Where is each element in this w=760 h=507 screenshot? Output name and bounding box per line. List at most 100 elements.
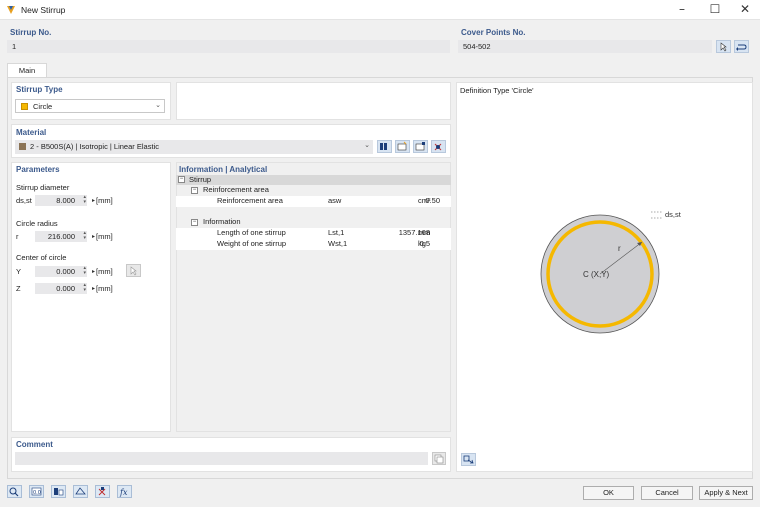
chevron-down-icon: ⌄: [364, 141, 370, 149]
pick-nodes-button[interactable]: [716, 40, 731, 53]
z-unit: [mm]: [96, 284, 113, 293]
collapse-icon: −: [191, 219, 198, 226]
reverse-order-button[interactable]: [734, 40, 749, 53]
view-settings-icon: [54, 488, 64, 496]
caret-right-icon: ▸: [91, 268, 95, 275]
table-row: Reinforcement area asw 0.50 cm²: [176, 196, 451, 207]
spin-arrows-icon: ▴ ▾: [83, 265, 86, 276]
information-title: Information | Analytical: [179, 165, 268, 174]
y-symbol: Y: [16, 267, 22, 276]
numbers-icon: 0.0: [31, 487, 42, 496]
radius-input[interactable]: 216.000 ▴ ▾ ▸: [35, 230, 95, 242]
tree-root-row[interactable]: − Stirrup: [176, 175, 451, 185]
formula-icon: fx: [119, 488, 128, 497]
material-select[interactable]: 2 - B500S(A) | Isotropic | Linear Elasti…: [15, 140, 373, 154]
edit-material-button[interactable]: [413, 140, 428, 153]
parameters-title: Parameters: [16, 165, 60, 174]
edit-material-icon: [415, 142, 425, 151]
stirrup-type-select[interactable]: Circle ⌄: [15, 99, 165, 113]
svg-text:0.0: 0.0: [33, 490, 41, 496]
close-button[interactable]: ✕: [730, 0, 760, 20]
material-value: 2 - B500S(A) | Isotropic | Linear Elasti…: [30, 142, 159, 151]
object-button[interactable]: [95, 485, 110, 498]
stirrup-type-value: Circle: [33, 102, 53, 111]
radius-label: Circle radius: [16, 219, 58, 228]
cursor-pick-icon: [130, 266, 137, 276]
diagram-options-icon: [463, 455, 474, 464]
svg-text:fx: fx: [119, 488, 128, 497]
caret-right-icon: ▸: [91, 233, 95, 240]
caret-right-icon: ▸: [91, 285, 95, 292]
collapse-icon: −: [178, 176, 185, 183]
maximize-button[interactable]: ☐: [700, 0, 730, 20]
cover-points-label: Cover Points No.: [461, 28, 526, 37]
collapse-icon: −: [191, 187, 198, 194]
copy-icon: [434, 454, 444, 464]
stirrup-no-label: Stirrup No.: [10, 28, 52, 37]
material-info-button[interactable]: [431, 140, 446, 153]
group1-label: Reinforcement area: [203, 185, 269, 194]
material-library-button[interactable]: [377, 140, 392, 153]
type-color-swatch: [21, 103, 28, 110]
cursor-pick-icon: [720, 42, 727, 52]
search-button[interactable]: [7, 485, 22, 498]
spin-arrows-icon: ▴ ▾: [83, 282, 86, 293]
cancel-button[interactable]: Cancel: [641, 486, 693, 500]
radius-text: r: [618, 244, 621, 253]
app-icon: [6, 5, 16, 15]
display-icon: [75, 487, 86, 495]
group2-label: Information: [203, 217, 241, 226]
search-icon: [9, 487, 19, 497]
definition-title: Definition Type 'Circle': [460, 86, 534, 95]
cover-points-field[interactable]: 504-502: [458, 40, 712, 53]
comment-label: Comment: [16, 440, 53, 449]
center-label: Center of circle: [16, 253, 67, 262]
caret-right-icon: ▸: [91, 197, 95, 204]
reverse-arrow-icon: [736, 44, 747, 51]
table-row: Length of one stirrup Lst,1 1357.168 mm: [176, 228, 451, 239]
spin-arrows-icon: ▴ ▾: [83, 230, 86, 241]
stirrup-type-label: Stirrup Type: [16, 85, 63, 94]
numbers-button[interactable]: 0.0: [29, 485, 44, 498]
z-input[interactable]: 0.000 ▴ ▾ ▸: [35, 282, 95, 294]
comment-field[interactable]: [15, 452, 428, 465]
comment-browse-button[interactable]: [432, 452, 446, 465]
stirrup-no-field[interactable]: 1: [7, 40, 450, 53]
spin-arrows-icon: ▴ ▾: [83, 194, 86, 205]
library-icon: [380, 143, 387, 150]
material-color-swatch: [19, 143, 26, 150]
minimize-button[interactable]: –: [667, 0, 697, 20]
pick-center-button[interactable]: [126, 264, 141, 277]
ok-button[interactable]: OK: [583, 486, 634, 500]
new-material-icon: [397, 141, 407, 151]
tab-main[interactable]: Main: [7, 63, 47, 78]
diameter-text: ds,st: [665, 210, 681, 219]
type-preview-panel: [176, 82, 451, 120]
material-info-icon: [434, 143, 442, 151]
object-icon: [98, 487, 106, 496]
diameter-label: Stirrup diameter: [16, 183, 70, 192]
table-row: Weight of one stirrup Wst,1 0.5 kg: [176, 239, 451, 250]
diameter-symbol: ds,st: [16, 196, 32, 205]
diagram-options-button[interactable]: [461, 453, 476, 466]
new-material-button[interactable]: [395, 140, 410, 153]
y-input[interactable]: 0.000 ▴ ▾ ▸: [35, 265, 95, 277]
tree-group-information[interactable]: − Information: [176, 217, 451, 228]
material-label: Material: [16, 128, 47, 137]
title-bar: New Stirrup – ☐ ✕: [0, 0, 760, 20]
formula-button[interactable]: fx: [117, 485, 132, 498]
y-unit: [mm]: [96, 267, 113, 276]
tree-root-label: Stirrup: [189, 175, 212, 184]
display-button[interactable]: [73, 485, 88, 498]
radius-symbol: r: [16, 232, 19, 241]
diameter-input[interactable]: 8.000 ▴ ▾ ▸: [35, 194, 95, 206]
z-symbol: Z: [16, 284, 21, 293]
window-title: New Stirrup: [21, 5, 66, 15]
view-button[interactable]: [51, 485, 66, 498]
apply-next-button[interactable]: Apply & Next: [699, 486, 753, 500]
center-text: C (X,Y): [583, 270, 610, 279]
chevron-down-icon: ⌄: [155, 101, 161, 109]
radius-unit: [mm]: [96, 232, 113, 241]
diameter-unit: [mm]: [96, 196, 113, 205]
tree-group-reinforcement[interactable]: − Reinforcement area: [176, 185, 451, 196]
